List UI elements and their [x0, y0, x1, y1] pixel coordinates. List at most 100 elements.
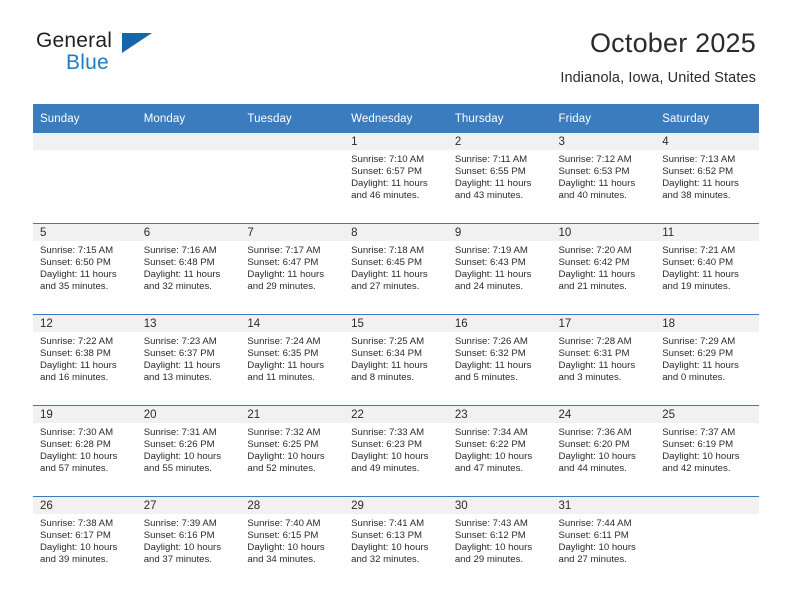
calendar-day-cell[interactable]: 4 Sunrise: 7:13 AM Sunset: 6:52 PM Daylight…: [655, 133, 759, 224]
day-details: Sunrise: 7:33 AM Sunset: 6:23 PM Daylight:…: [344, 423, 448, 475]
general-blue-logo[interactable]: General Blue: [36, 30, 186, 82]
calendar-day-cell[interactable]: 2 Sunrise: 7:11 AM Sunset: 6:55 PM Daylight…: [447, 133, 552, 224]
day-details: [137, 150, 241, 154]
calendar-day-cell[interactable]: 12 Sunrise: 7:22 AM Sunset: 6:38 PM Dayligh…: [33, 314, 137, 406]
calendar-day-cell[interactable]: 29 Sunrise: 7:41 AM Sunset: 6:13 PM Dayligh…: [344, 496, 448, 587]
day-details: Sunrise: 7:39 AM Sunset: 6:16 PM Daylight:…: [137, 514, 241, 566]
daylight-duration-line2: and 55 minutes.: [143, 463, 212, 475]
daylight-duration-line1: Daylight: 10 hours: [40, 542, 118, 554]
calendar-day-cell[interactable]: 16 Sunrise: 7:26 AM Sunset: 6:32 PM Dayligh…: [447, 314, 552, 406]
day-number: [655, 497, 759, 514]
daylight-duration-line1: Daylight: 11 hours: [143, 360, 221, 372]
day-details: Sunrise: 7:36 AM Sunset: 6:20 PM Daylight:…: [552, 423, 656, 475]
sunset-time: Sunset: 6:13 PM: [351, 530, 423, 542]
daylight-duration-line1: Daylight: 11 hours: [662, 269, 739, 281]
day-details: Sunrise: 7:44 AM Sunset: 6:11 PM Daylight:…: [552, 514, 656, 566]
calendar-day-cell[interactable]: 11 Sunrise: 7:21 AM Sunset: 6:40 PM Dayligh…: [655, 223, 759, 315]
day-number: 6: [136, 224, 241, 241]
sunset-time: Sunset: 6:19 PM: [662, 439, 734, 451]
calendar-day-cell[interactable]: 17 Sunrise: 7:28 AM Sunset: 6:31 PM Dayligh…: [551, 314, 656, 406]
day-number: 7: [240, 224, 345, 241]
calendar-day-cell[interactable]: 28 Sunrise: 7:40 AM Sunset: 6:15 PM Dayligh…: [240, 496, 345, 587]
daylight-duration-line2: and 11 minutes.: [247, 372, 315, 384]
day-details: Sunrise: 7:21 AM Sunset: 6:40 PM Daylight:…: [655, 241, 759, 293]
daylight-duration-line2: and 13 minutes.: [143, 372, 212, 384]
daylight-duration-line1: Daylight: 11 hours: [351, 178, 428, 190]
calendar-day-cell[interactable]: 31 Sunrise: 7:44 AM Sunset: 6:11 PM Dayligh…: [551, 496, 656, 587]
page-header: General Blue October 2025 Indianola, Iow…: [0, 0, 792, 86]
calendar-day-cell[interactable]: 25 Sunrise: 7:37 AM Sunset: 6:19 PM Dayligh…: [655, 405, 759, 497]
sunset-time: Sunset: 6:34 PM: [351, 348, 423, 360]
calendar-day-cell[interactable]: 1 Sunrise: 7:10 AM Sunset: 6:57 PM Daylight…: [344, 133, 448, 224]
calendar-day-cell[interactable]: 13 Sunrise: 7:23 AM Sunset: 6:37 PM Dayligh…: [136, 314, 241, 406]
calendar-day-cell[interactable]: 8 Sunrise: 7:18 AM Sunset: 6:45 PM Daylight…: [344, 223, 448, 315]
calendar-day-cell[interactable]: 9 Sunrise: 7:19 AM Sunset: 6:43 PM Daylight…: [447, 223, 552, 315]
calendar-week-row: 1 Sunrise: 7:10 AM Sunset: 6:57 PM Daylight…: [33, 133, 759, 224]
calendar-day-cell[interactable]: 15 Sunrise: 7:25 AM Sunset: 6:34 PM Dayligh…: [344, 314, 448, 406]
day-details: Sunrise: 7:37 AM Sunset: 6:19 PM Daylight:…: [655, 423, 759, 475]
day-number: 19: [33, 406, 137, 423]
day-number: [240, 133, 345, 150]
daylight-duration-line1: Daylight: 10 hours: [40, 451, 118, 463]
calendar-day-cell[interactable]: 10 Sunrise: 7:20 AM Sunset: 6:42 PM Dayligh…: [551, 223, 656, 315]
weekday-header-sunday: Sunday: [33, 104, 137, 133]
day-details: Sunrise: 7:28 AM Sunset: 6:31 PM Daylight:…: [552, 332, 656, 384]
calendar-day-cell[interactable]: 7 Sunrise: 7:17 AM Sunset: 6:47 PM Daylight…: [240, 223, 345, 315]
sunrise-time: Sunrise: 7:25 AM: [351, 336, 425, 347]
calendar-day-cell[interactable]: 26 Sunrise: 7:38 AM Sunset: 6:17 PM Dayligh…: [33, 496, 137, 587]
sunrise-time: Sunrise: 7:26 AM: [454, 336, 528, 347]
daylight-duration-line1: Daylight: 11 hours: [40, 269, 117, 281]
day-number: 24: [551, 406, 656, 423]
sunrise-time: Sunrise: 7:13 AM: [662, 154, 736, 165]
calendar-day-cell[interactable]: 6 Sunrise: 7:16 AM Sunset: 6:48 PM Daylight…: [136, 223, 241, 315]
calendar-day-cell[interactable]: 14 Sunrise: 7:24 AM Sunset: 6:35 PM Dayligh…: [240, 314, 345, 406]
day-details: Sunrise: 7:23 AM Sunset: 6:37 PM Daylight:…: [137, 332, 241, 384]
day-details: Sunrise: 7:12 AM Sunset: 6:53 PM Daylight:…: [552, 150, 656, 202]
daylight-duration-line2: and 5 minutes.: [454, 372, 518, 384]
day-details: Sunrise: 7:11 AM Sunset: 6:55 PM Daylight:…: [448, 150, 552, 202]
sunrise-time: Sunrise: 7:33 AM: [351, 427, 425, 438]
calendar-day-cell[interactable]: 5 Sunrise: 7:15 AM Sunset: 6:50 PM Daylight…: [33, 223, 137, 315]
calendar-day-cell[interactable]: 24 Sunrise: 7:36 AM Sunset: 6:20 PM Dayligh…: [551, 405, 656, 497]
daylight-duration-line1: Daylight: 11 hours: [558, 269, 636, 281]
sunset-time: Sunset: 6:20 PM: [558, 439, 630, 451]
daylight-duration-line2: and 32 minutes.: [351, 554, 420, 566]
sunrise-time: Sunrise: 7:37 AM: [662, 427, 736, 438]
sunrise-time: Sunrise: 7:17 AM: [247, 245, 321, 256]
day-number: 11: [655, 224, 759, 241]
daylight-duration-line1: Daylight: 11 hours: [40, 360, 117, 372]
day-number: 18: [655, 315, 759, 332]
calendar-day-cell[interactable]: 20 Sunrise: 7:31 AM Sunset: 6:26 PM Dayligh…: [136, 405, 241, 497]
calendar-day-cell[interactable]: 22 Sunrise: 7:33 AM Sunset: 6:23 PM Dayligh…: [344, 405, 448, 497]
calendar-day-cell[interactable]: 3 Sunrise: 7:12 AM Sunset: 6:53 PM Daylight…: [551, 133, 656, 224]
logo-triangle-icon: [122, 33, 152, 53]
day-details: Sunrise: 7:30 AM Sunset: 6:28 PM Daylight:…: [33, 423, 137, 475]
day-number: 27: [136, 497, 241, 514]
sunset-time: Sunset: 6:31 PM: [558, 348, 630, 360]
calendar-day-cell[interactable]: 27 Sunrise: 7:39 AM Sunset: 6:16 PM Dayligh…: [136, 496, 241, 587]
calendar-page: General Blue October 2025 Indianola, Iow…: [0, 0, 792, 612]
sunset-time: Sunset: 6:43 PM: [454, 257, 526, 269]
daylight-duration-line2: and 49 minutes.: [351, 463, 420, 475]
day-number: 2: [447, 133, 552, 150]
daylight-duration-line1: Daylight: 11 hours: [351, 269, 428, 281]
calendar-day-cell[interactable]: 18 Sunrise: 7:29 AM Sunset: 6:29 PM Dayligh…: [655, 314, 759, 406]
sunset-time: Sunset: 6:45 PM: [351, 257, 423, 269]
calendar-day-cell[interactable]: 21 Sunrise: 7:32 AM Sunset: 6:25 PM Dayligh…: [240, 405, 345, 497]
day-number: 30: [447, 497, 552, 514]
calendar-day-cell[interactable]: 23 Sunrise: 7:34 AM Sunset: 6:22 PM Dayligh…: [447, 405, 552, 497]
sunrise-time: Sunrise: 7:39 AM: [143, 518, 217, 529]
sunrise-time: Sunrise: 7:20 AM: [558, 245, 632, 256]
daylight-duration-line1: Daylight: 11 hours: [143, 269, 221, 281]
day-number: 10: [551, 224, 656, 241]
sunset-time: Sunset: 6:42 PM: [558, 257, 630, 269]
sunrise-time: Sunrise: 7:31 AM: [143, 427, 217, 438]
day-details: Sunrise: 7:15 AM Sunset: 6:50 PM Daylight:…: [33, 241, 137, 293]
page-title: October 2025: [589, 28, 756, 58]
calendar-day-cell[interactable]: 19 Sunrise: 7:30 AM Sunset: 6:28 PM Dayligh…: [33, 405, 137, 497]
daylight-duration-line2: and 16 minutes.: [40, 372, 109, 384]
calendar-day-cell[interactable]: 30 Sunrise: 7:43 AM Sunset: 6:12 PM Dayligh…: [447, 496, 552, 587]
day-number: 5: [33, 224, 137, 241]
day-details: Sunrise: 7:22 AM Sunset: 6:38 PM Daylight:…: [33, 332, 137, 384]
sunrise-time: Sunrise: 7:22 AM: [40, 336, 114, 347]
